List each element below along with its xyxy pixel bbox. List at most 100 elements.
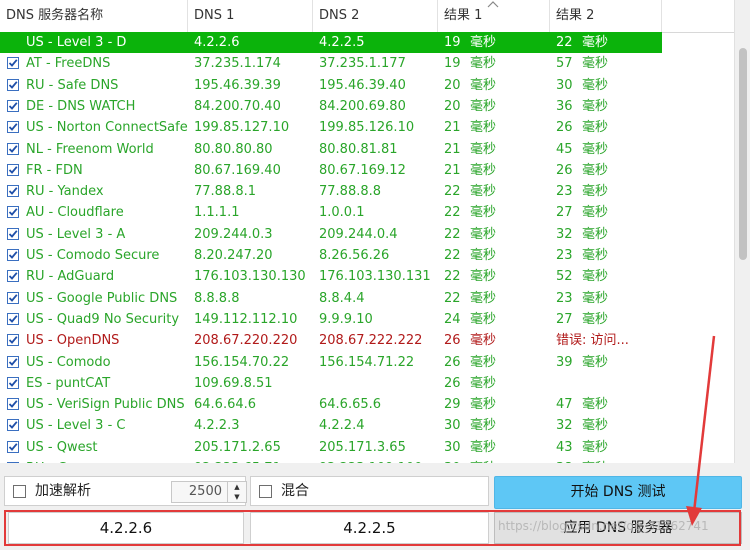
server-name-cell[interactable]: NL - Freenom World (0, 139, 188, 160)
table-row[interactable]: DE - DNS WATCH 84.200.70.40 84.200.69.80 20… (0, 96, 734, 117)
result1-unit: 毫秒 (470, 439, 497, 455)
fast-resolve-spinbox[interactable]: 2500 ▲ ▼ (171, 481, 247, 503)
server-name-cell[interactable]: US - Norton ConnectSafe (0, 117, 188, 138)
table-row[interactable]: US - Google Public DNS 8.8.8.8 8.8.4.4 22 毫秒… (0, 288, 734, 309)
result1-cell: 29 毫秒 (438, 394, 550, 415)
dns1-cell: 80.80.80.80 (188, 139, 313, 160)
spinbox-value[interactable]: 2500 (176, 482, 222, 502)
table-row[interactable]: US - Level 3 - C 4.2.2.3 4.2.2.4 30 毫秒 32 毫秒 (0, 415, 734, 436)
result2-value: 36 (556, 98, 573, 114)
result1-value: 22 (444, 184, 461, 200)
dns1-cell: 64.6.64.6 (188, 394, 313, 415)
server-name-cell[interactable]: US - Qwest (0, 437, 188, 458)
table-row[interactable]: RU - Safe DNS 195.46.39.39 195.46.39.40 20 毫… (0, 75, 734, 96)
sort-ascending-icon (487, 1, 499, 8)
table-row[interactable]: US - Norton ConnectSafe 199.85.127.10 199.… (0, 117, 734, 138)
server-name-cell[interactable]: RU - Safe DNS (0, 75, 188, 96)
fast-resolve-checkbox[interactable] (13, 485, 26, 498)
result1-value: 26 (444, 375, 461, 391)
mix-checkbox[interactable] (259, 485, 272, 498)
server-name-cell[interactable]: AU - Cloudflare (0, 202, 188, 223)
server-name-cell[interactable]: US - Level 3 - C (0, 415, 188, 436)
dns2-text: 205.171.3.65 (319, 439, 406, 455)
table-row[interactable]: ES - puntCAT 109.69.8.51 26 毫秒 (0, 373, 734, 394)
table-row[interactable]: AU - Cloudflare 1.1.1.1 1.0.0.1 22 毫秒 27 毫秒 (0, 202, 734, 223)
result2-unit: 毫秒 (582, 120, 609, 136)
server-name-cell[interactable]: US - Level 3 - A (0, 224, 188, 245)
table-row[interactable]: US - Comodo Secure 8.20.247.20 8.26.56.26 2… (0, 245, 734, 266)
result2-value: 39 (556, 354, 573, 370)
server-name-cell[interactable]: US - Quad9 No Security (0, 309, 188, 330)
dns1-cell: 8.8.8.8 (188, 288, 313, 309)
server-name-cell[interactable]: US - Level 3 - D (0, 32, 188, 53)
dns2-cell: 208.67.222.222 (313, 330, 438, 351)
result2-unit: 毫秒 (582, 290, 609, 306)
table-row[interactable]: NL - Freenom World 80.80.80.80 80.80.81.81… (0, 139, 734, 160)
server-name-cell[interactable]: AT - FreeDNS (0, 53, 188, 74)
apply-dns-button[interactable]: 应用 DNS 服务器 (494, 512, 742, 544)
result1-cell: 20 毫秒 (438, 75, 550, 96)
server-name-text: US - Level 3 - A (26, 226, 126, 242)
result2-cell: 23 毫秒 (550, 245, 662, 266)
result2-value: 57 (556, 56, 573, 72)
column-header-dns2[interactable]: DNS 2 (313, 0, 438, 32)
server-name-cell[interactable]: US - Comodo Secure (0, 245, 188, 266)
table-row[interactable]: US - Level 3 - A 209.244.0.3 209.244.0.4 22… (0, 224, 734, 245)
column-header-dns1[interactable]: DNS 1 (188, 0, 313, 32)
result1-unit: 毫秒 (470, 375, 497, 391)
dns1-text: 205.171.2.65 (194, 439, 281, 455)
scrollbar-thumb[interactable] (739, 48, 747, 260)
result2-cell: 26 毫秒 (550, 160, 662, 181)
dns1-cell: 176.103.130.130 (188, 266, 313, 287)
result1-value: 30 (444, 439, 461, 455)
table-row[interactable]: US - Quad9 No Security 149.112.112.10 9.9.… (0, 309, 734, 330)
primary-dns-field[interactable]: 4.2.2.6 (8, 512, 244, 544)
table-row[interactable]: US - OpenDNS 208.67.220.220 208.67.222.222… (0, 330, 734, 351)
table-row[interactable]: AT - FreeDNS 37.235.1.174 37.235.1.177 19 毫秒… (0, 53, 734, 74)
dns2-text: 208.67.222.222 (319, 333, 423, 349)
vertical-scrollbar[interactable] (734, 0, 750, 463)
result1-unit: 毫秒 (470, 418, 497, 434)
server-name-cell[interactable]: US - Comodo (0, 352, 188, 373)
dns2-text: 8.26.56.26 (319, 248, 390, 263)
dns2-text: 77.88.8.8 (319, 184, 382, 200)
dns1-cell: 208.67.220.220 (188, 330, 313, 351)
server-name-cell[interactable]: ES - puntCAT (0, 373, 188, 394)
column-header-name[interactable]: DNS 服务器名称 (0, 0, 188, 32)
dns2-text: 4.2.2.4 (319, 418, 365, 434)
server-name-cell[interactable]: FR - FDN (0, 160, 188, 181)
table-row[interactable]: US - Comodo 156.154.70.22 156.154.71.22 26 毫… (0, 352, 734, 373)
secondary-dns-field[interactable]: 4.2.2.5 (250, 512, 489, 544)
server-name-cell[interactable]: DE - DNS WATCH (0, 96, 188, 117)
result1-value: 24 (444, 311, 461, 327)
result2-unit: 毫秒 (582, 418, 609, 434)
table-row[interactable]: FR - FDN 80.67.169.40 80.67.169.12 21 毫秒 26 毫秒 (0, 160, 734, 181)
dns1-text: 77.88.8.1 (194, 184, 257, 200)
column-header-result2[interactable]: 结果 2 (550, 0, 662, 32)
start-dns-test-button[interactable]: 开始 DNS 测试 (494, 476, 742, 509)
result2-unit: 毫秒 (582, 184, 609, 200)
table-row[interactable]: US - Qwest 205.171.2.65 205.171.3.65 30 毫秒 43… (0, 437, 734, 458)
server-name-cell[interactable]: US - Google Public DNS (0, 288, 188, 309)
result1-cell: 22 毫秒 (438, 181, 550, 202)
result1-unit: 毫秒 (470, 226, 497, 242)
result1-unit: 毫秒 (470, 184, 497, 200)
result2-value: 52 (556, 269, 573, 285)
server-name-text: US - Quad9 No Security (26, 311, 180, 327)
spin-down-icon[interactable]: ▼ (228, 492, 246, 502)
result1-unit: 毫秒 (470, 141, 497, 157)
server-name-cell[interactable]: US - OpenDNS (0, 330, 188, 351)
result2-cell: 23 毫秒 (550, 181, 662, 202)
dns2-text: 195.46.39.40 (319, 77, 406, 93)
result2-unit: 毫秒 (582, 98, 609, 114)
spin-up-icon[interactable]: ▲ (228, 482, 246, 492)
result2-unit: 毫秒 (582, 354, 609, 370)
table-row[interactable]: RU - AdGuard 176.103.130.130 176.103.130.1… (0, 266, 734, 287)
server-name-cell[interactable]: RU - AdGuard (0, 266, 188, 287)
fast-resolve-option: 加速解析 2500 ▲ ▼ (4, 476, 247, 506)
server-name-cell[interactable]: RU - Yandex (0, 181, 188, 202)
table-row[interactable]: RU - Yandex 77.88.8.1 77.88.8.8 22 毫秒 23 毫秒 (0, 181, 734, 202)
table-row[interactable]: US - VeriSign Public DNS 64.6.64.6 64.6.65… (0, 394, 734, 415)
server-name-cell[interactable]: US - VeriSign Public DNS (0, 394, 188, 415)
table-row[interactable]: US - Level 3 - D 4.2.2.6 4.2.2.5 19 毫秒 22 毫秒 (0, 32, 734, 53)
